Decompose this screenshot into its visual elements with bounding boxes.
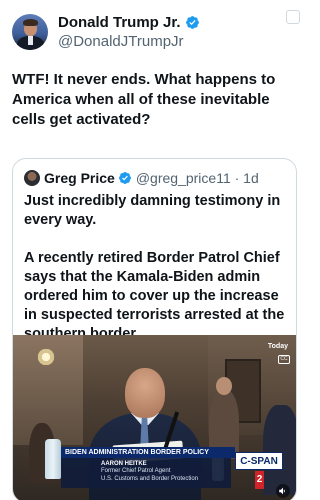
quoted-post[interactable]: Greg Price @greg_price11 · 1d Just incre… <box>12 158 297 500</box>
tv-chyron: BIDEN ADMINISTRATION BORDER POLICY AARON… <box>61 447 287 493</box>
quote-author-handle[interactable]: @greg_price11 · 1d <box>136 170 259 186</box>
video-player[interactable]: Today CC BIDEN ADMINISTRATION BORDER POL… <box>13 335 296 500</box>
post-text: WTF! It never ends. What happens to Amer… <box>12 71 276 128</box>
verified-badge-icon <box>185 16 199 29</box>
network-logo: C-SPAN 2 <box>235 452 283 489</box>
author-names: Donald Trump Jr. @DonaldJTrumpJr <box>58 14 200 51</box>
quote-author-avatar[interactable] <box>24 170 40 186</box>
author-handle[interactable]: @DonaldJTrumpJr <box>58 32 200 51</box>
network-number: 2 <box>254 471 265 489</box>
chyron-name: AARON HEITKE <box>101 461 147 467</box>
quote-text: Just incredibly damning testimony in eve… <box>24 193 285 342</box>
chyron-role: Former Chief Patrol Agent <box>101 468 171 474</box>
verified-badge-icon <box>118 172 131 184</box>
quote-author-name[interactable]: Greg Price <box>44 170 115 186</box>
captions-icon[interactable]: CC <box>278 355 290 364</box>
volume-button[interactable] <box>276 484 290 498</box>
water-bottle <box>45 439 61 479</box>
chyron-body: AARON HEITKE Former Chief Patrol Agent U… <box>61 458 231 488</box>
author-avatar[interactable] <box>12 14 48 50</box>
post-header: Donald Trump Jr. @DonaldJTrumpJr <box>12 12 298 52</box>
author-display-name[interactable]: Donald Trump Jr. <box>58 14 181 32</box>
chandelier-light <box>35 349 57 365</box>
chyron-organization: U.S. Customs and Border Protection <box>101 475 199 482</box>
corner-frame-mark <box>286 10 300 24</box>
network-name: C-SPAN <box>240 456 278 467</box>
chyron-title: BIDEN ADMINISTRATION BORDER POLICY <box>61 447 235 458</box>
author-name-row: Donald Trump Jr. <box>58 14 200 32</box>
video-badge: Today <box>267 343 288 350</box>
speaker-icon <box>279 487 285 495</box>
quote-header: Greg Price @greg_price11 · 1d <box>24 167 296 189</box>
